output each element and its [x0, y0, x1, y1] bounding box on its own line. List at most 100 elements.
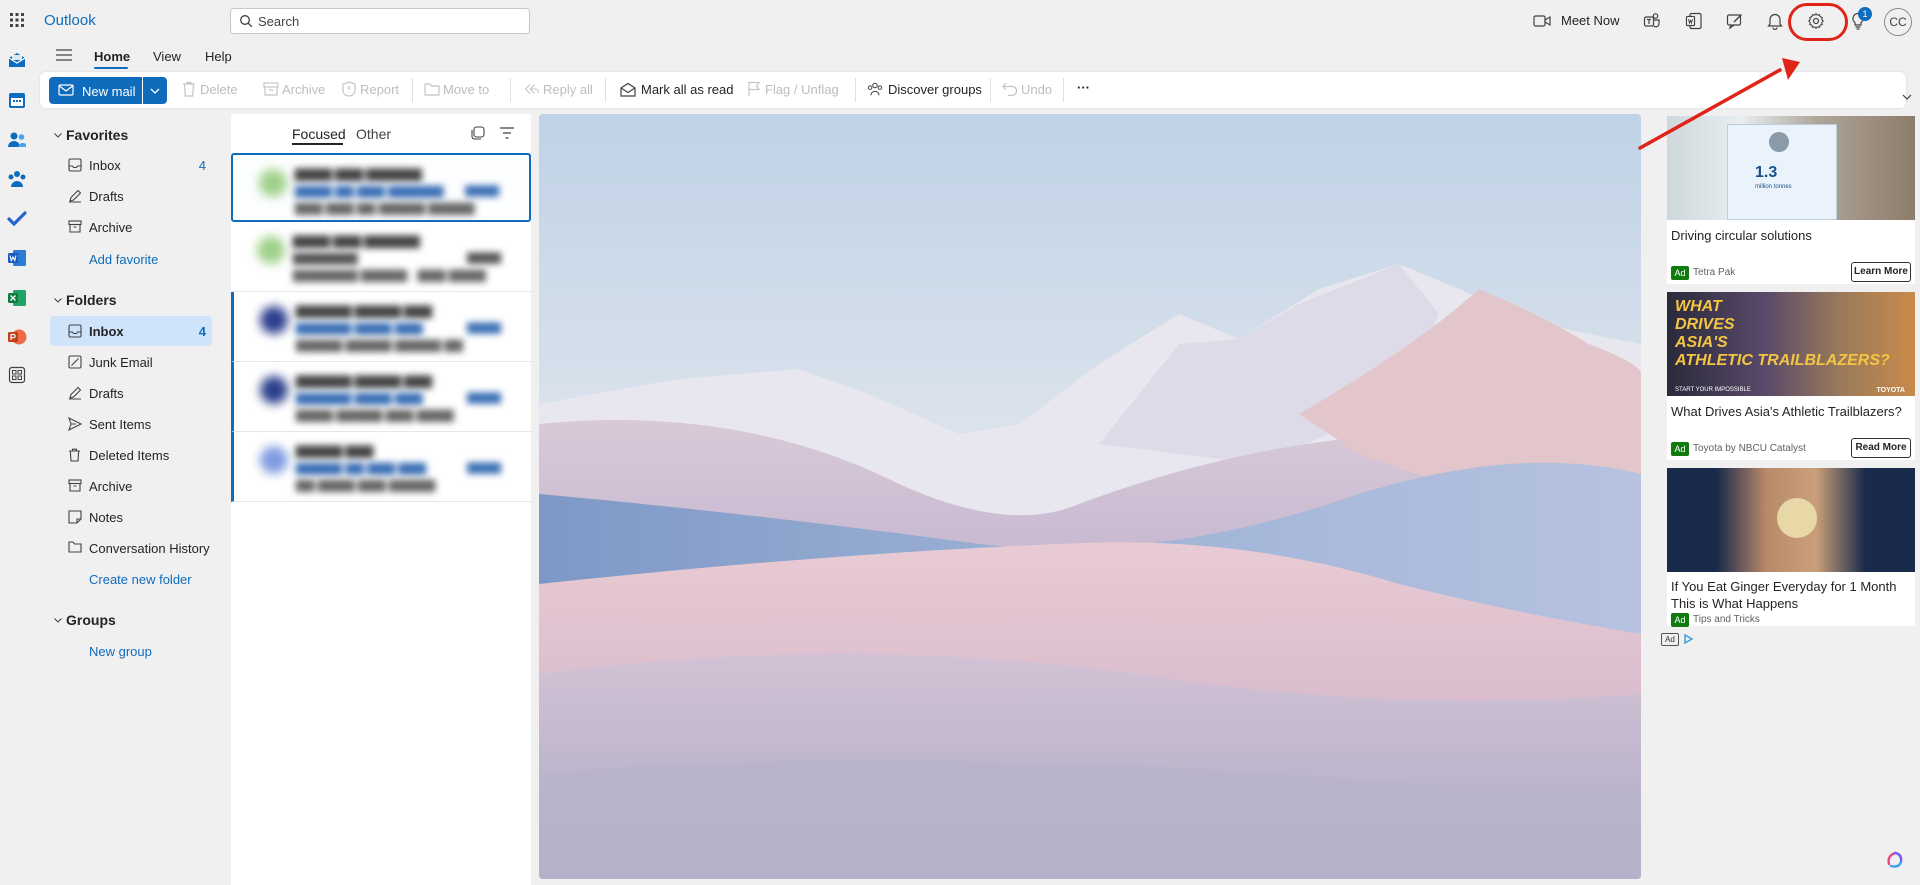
- drafts-pencil-icon: [68, 189, 82, 203]
- reply-all-button[interactable]: Reply all: [543, 82, 593, 97]
- blurred-time: ▇▇▇▇: [465, 185, 499, 197]
- hamburger-menu-icon[interactable]: [55, 48, 73, 62]
- more-apps-icon[interactable]: [7, 365, 27, 385]
- office-docs-icon[interactable]: [1684, 11, 1704, 31]
- unread-count: 4: [198, 324, 206, 339]
- tab-focused[interactable]: Focused: [292, 126, 346, 142]
- flag-unflag-button[interactable]: Flag / Unflag: [765, 82, 839, 97]
- ad-badge: Ad: [1671, 442, 1689, 456]
- copilot-icon[interactable]: [1884, 849, 1906, 871]
- move-to-button[interactable]: Move to: [443, 82, 489, 97]
- blurred-time: ▇▇▇▇: [467, 392, 501, 404]
- ad-choices[interactable]: Ad: [1661, 630, 1693, 646]
- sender-avatar: [257, 236, 285, 264]
- ad-title: If You Eat Ginger Everyday for 1 Month T…: [1671, 579, 1897, 611]
- undo-button[interactable]: Undo: [1021, 82, 1052, 97]
- app-title[interactable]: Outlook: [44, 12, 96, 29]
- blurred-sender: ▇▇▇▇▇ ▇▇▇: [296, 444, 374, 458]
- new-group-link[interactable]: New group: [89, 644, 152, 659]
- word-app-icon[interactable]: [7, 248, 27, 268]
- add-favorite-link[interactable]: Add favorite: [89, 252, 158, 267]
- favorites-chevron-icon[interactable]: [53, 130, 63, 140]
- ad-card[interactable]: 1.3 million tonnes Driving circular solu…: [1667, 116, 1915, 284]
- favorite-archive[interactable]: Archive: [50, 212, 212, 242]
- junk-icon: [68, 355, 82, 369]
- tab-help[interactable]: Help: [205, 49, 232, 64]
- ad-title: Driving circular solutions: [1671, 228, 1812, 243]
- notifications-bell-icon[interactable]: [1765, 11, 1785, 31]
- tab-home-indicator: [94, 67, 128, 69]
- folder-sent-items[interactable]: Sent Items: [50, 409, 212, 439]
- todo-app-icon[interactable]: [7, 209, 27, 229]
- groups-app-icon[interactable]: [7, 169, 27, 189]
- favorite-drafts[interactable]: Drafts: [50, 181, 212, 211]
- folder-deleted-items[interactable]: Deleted Items: [50, 440, 212, 470]
- message-item[interactable]: ▇▇▇▇▇▇ ▇▇▇▇▇ ▇▇▇ ▇▇▇▇▇▇ ▇▇▇▇ ▇▇▇ ▇▇▇▇ ▇▇…: [231, 292, 531, 362]
- separator: [1063, 78, 1064, 102]
- separator: [990, 78, 991, 102]
- teams-icon[interactable]: [1642, 11, 1662, 31]
- read-more-button[interactable]: Read More: [1851, 438, 1911, 458]
- folder-drafts[interactable]: Drafts: [50, 378, 212, 408]
- ad-image: 1.3 million tonnes: [1667, 116, 1915, 220]
- message-item[interactable]: ▇▇▇▇ ▇▇▇ ▇▇▇▇▇▇ ▇▇▇▇▇▇▇ ▇▇▇▇ ▇▇▇▇▇▇▇ ▇▇▇…: [231, 222, 531, 292]
- learn-more-button[interactable]: Learn More: [1851, 262, 1911, 282]
- more-options-button[interactable]: ···: [1077, 80, 1090, 95]
- blurred-preview: ▇▇▇▇ ▇▇▇▇▇ ▇▇▇ ▇▇▇▇: [296, 408, 454, 422]
- new-mail-button[interactable]: New mail: [49, 77, 142, 104]
- calendar-app-icon[interactable]: [7, 90, 27, 110]
- create-new-folder-link[interactable]: Create new folder: [89, 572, 192, 587]
- user-avatar[interactable]: CC: [1884, 8, 1912, 36]
- delete-button[interactable]: Delete: [200, 82, 238, 97]
- mail-app-icon[interactable]: [7, 50, 27, 70]
- message-item[interactable]: ▇▇▇▇▇▇ ▇▇▇▇▇ ▇▇▇ ▇▇▇▇▇▇ ▇▇▇▇ ▇▇▇ ▇▇▇▇ ▇▇…: [231, 362, 531, 432]
- folder-label: Archive: [89, 220, 133, 235]
- tab-other[interactable]: Other: [356, 126, 391, 142]
- annotation-circle: [1788, 3, 1848, 41]
- folder-inbox[interactable]: Inbox 4: [50, 316, 212, 346]
- favorite-inbox[interactable]: Inbox 4: [50, 150, 212, 180]
- folders-chevron-icon[interactable]: [53, 295, 63, 305]
- people-app-icon[interactable]: [7, 130, 27, 150]
- envelope-icon: [58, 83, 74, 97]
- folder-notes[interactable]: Notes: [50, 502, 212, 532]
- favorites-header[interactable]: Favorites: [66, 127, 128, 143]
- filter-icon[interactable]: [498, 124, 516, 142]
- ad-badge: Ad: [1671, 266, 1689, 280]
- blurred-subject: ▇▇▇▇▇ ▇▇ ▇▇▇ ▇▇▇: [296, 461, 426, 475]
- search-box[interactable]: Search: [230, 8, 530, 34]
- folder-junk-email[interactable]: Junk Email: [50, 347, 212, 377]
- new-mail-dropdown[interactable]: [143, 77, 167, 104]
- excel-app-icon[interactable]: [7, 288, 27, 308]
- archive-icon: [68, 479, 82, 492]
- message-item[interactable]: ▇▇▇▇ ▇▇▇ ▇▇▇▇▇▇ ▇▇▇▇ ▇▇ ▇▇▇ ▇▇▇▇▇▇ ▇▇▇▇ …: [231, 153, 531, 222]
- ad-sponsor: Toyota by NBCU Catalyst: [1693, 443, 1806, 454]
- new-mail-label: New mail: [82, 84, 136, 99]
- powerpoint-app-icon[interactable]: [7, 327, 27, 347]
- folders-header[interactable]: Folders: [66, 292, 117, 308]
- ribbon-expand-chevron-icon[interactable]: [1900, 90, 1914, 104]
- report-button[interactable]: Report: [360, 82, 399, 97]
- folder-conversation-history[interactable]: Conversation History: [50, 533, 212, 563]
- app-launcher-icon[interactable]: [6, 9, 28, 31]
- ad-card[interactable]: WHAT DRIVES ASIA'S ATHLETIC TRAILBLAZERS…: [1667, 292, 1915, 460]
- groups-header[interactable]: Groups: [66, 612, 116, 628]
- tab-view[interactable]: View: [153, 49, 181, 64]
- folder-label: Drafts: [89, 386, 124, 401]
- ad-badge: Ad: [1671, 613, 1689, 627]
- ad-title: What Drives Asia's Athletic Trailblazers…: [1671, 404, 1902, 419]
- ad-card[interactable]: If You Eat Ginger Everyday for 1 Month T…: [1667, 468, 1915, 627]
- video-camera-icon[interactable]: [1532, 11, 1552, 31]
- sender-avatar: [259, 169, 287, 197]
- mark-all-read-button[interactable]: Mark all as read: [641, 82, 733, 97]
- select-messages-icon[interactable]: [470, 125, 486, 141]
- meet-now-button[interactable]: Meet Now: [1561, 13, 1620, 28]
- tab-home[interactable]: Home: [94, 49, 130, 64]
- archive-button[interactable]: Archive: [282, 82, 325, 97]
- message-item[interactable]: ▇▇▇▇▇ ▇▇▇ ▇▇▇▇▇ ▇▇ ▇▇▇ ▇▇▇ ▇▇▇▇ ▇▇ ▇▇▇▇ …: [231, 432, 531, 502]
- blurred-subject: ▇▇▇▇▇▇▇: [293, 251, 358, 265]
- feedback-icon[interactable]: [1725, 11, 1745, 31]
- groups-chevron-icon[interactable]: [53, 615, 63, 625]
- discover-groups-button[interactable]: Discover groups: [888, 82, 982, 97]
- folder-archive[interactable]: Archive: [50, 471, 212, 501]
